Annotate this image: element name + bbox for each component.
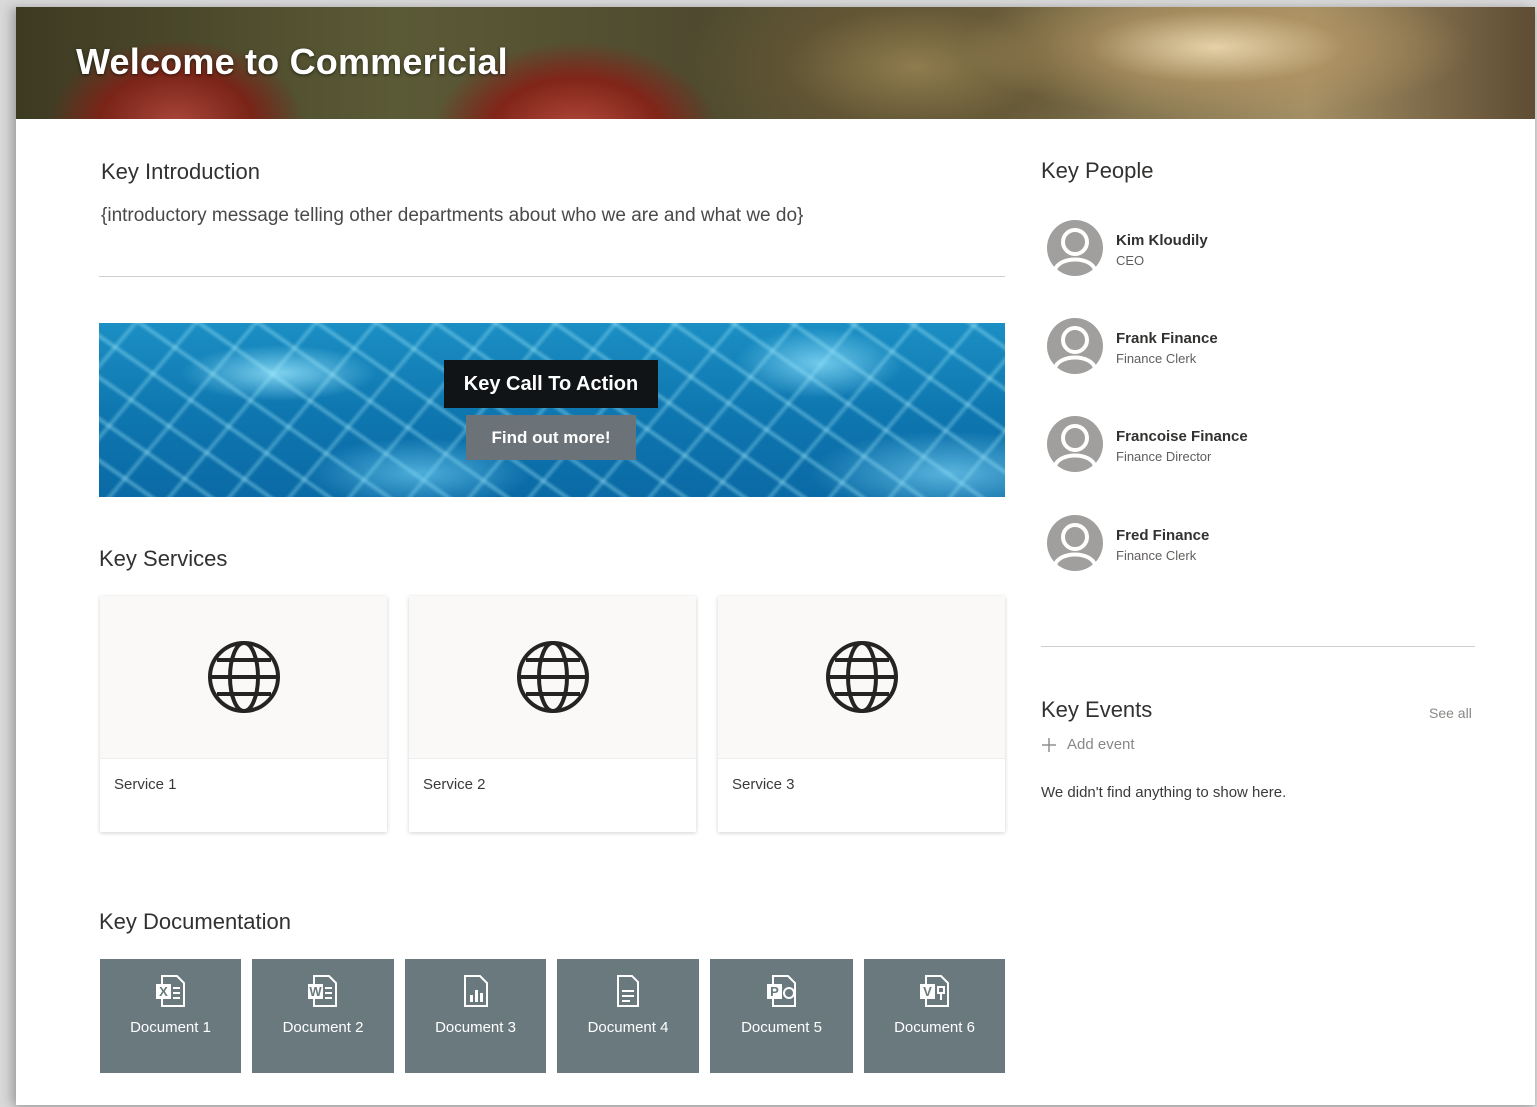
people-heading: Key People — [1041, 158, 1154, 183]
document-tile[interactable]: Document 4 — [557, 959, 699, 1073]
person-card[interactable]: Fred Finance Finance Clerk — [1047, 515, 1447, 575]
services-heading: Key Services — [99, 546, 228, 571]
add-event-button[interactable]: Add event — [1041, 736, 1135, 753]
service-card[interactable]: Service 3 — [718, 596, 1005, 832]
person-name: Francoise Finance — [1116, 428, 1248, 445]
document-label: Document 1 — [130, 1019, 211, 1036]
document-tile[interactable]: W Document 2 — [252, 959, 394, 1073]
plus-icon — [1042, 737, 1056, 752]
avatar — [1047, 220, 1103, 276]
person-title: Finance Director — [1116, 449, 1212, 464]
find-out-more-button[interactable]: Find out more! — [466, 415, 636, 460]
globe-icon — [516, 641, 589, 713]
person-name: Fred Finance — [1116, 527, 1210, 544]
avatar — [1047, 515, 1103, 571]
events-heading: Key Events — [1041, 697, 1153, 722]
document-label: Document 2 — [282, 1019, 364, 1036]
document-tile[interactable]: V Document 6 — [864, 959, 1005, 1073]
page-canvas: Welcome to Commericial Key Introduction … — [16, 7, 1535, 1105]
events-empty-message: We didn't find anything to show here. — [1041, 784, 1287, 801]
add-event-label: Add event — [1067, 736, 1135, 753]
avatar — [1047, 318, 1103, 374]
hero-title: Welcome to Commericial — [76, 41, 508, 82]
excel-file-icon: X — [155, 975, 185, 1007]
person-card[interactable]: Kim Kloudily CEO — [1047, 220, 1447, 280]
svg-text:W: W — [309, 984, 322, 999]
see-all-link[interactable]: See all — [1429, 705, 1472, 721]
call-to-action-banner: Key Call To Action Find out more! — [99, 323, 1005, 497]
document-tile[interactable]: X Document 1 — [100, 959, 241, 1073]
cta-heading: Key Call To Action — [444, 360, 658, 408]
intro-text: {introductory message telling other depa… — [101, 205, 804, 226]
person-name: Frank Finance — [1116, 330, 1218, 347]
globe-icon — [207, 641, 280, 713]
person-card[interactable]: Frank Finance Finance Clerk — [1047, 318, 1447, 378]
svg-text:X: X — [159, 984, 168, 999]
intro-heading: Key Introduction — [101, 159, 260, 184]
document-tile[interactable]: P Document 5 — [710, 959, 853, 1073]
service-card-label: Service 3 — [732, 776, 795, 793]
document-label: Document 4 — [587, 1019, 669, 1036]
text-file-icon — [617, 975, 639, 1007]
chart-file-icon — [463, 975, 488, 1007]
person-title: CEO — [1116, 253, 1145, 268]
visio-file-icon: V — [919, 975, 949, 1007]
powerpoint-file-icon: P — [766, 975, 796, 1007]
person-name: Kim Kloudily — [1116, 232, 1208, 249]
word-file-icon: W — [308, 975, 337, 1007]
svg-text:P: P — [770, 984, 779, 999]
document-label: Document 6 — [894, 1019, 975, 1036]
service-card-image — [409, 596, 696, 759]
person-title: Finance Clerk — [1116, 351, 1197, 366]
service-card[interactable]: Service 2 — [409, 596, 696, 832]
service-card-label: Service 1 — [114, 776, 177, 793]
service-card-image — [718, 596, 1005, 759]
document-label: Document 5 — [741, 1019, 822, 1036]
hero-banner: Welcome to Commericial — [16, 7, 1535, 119]
service-card-image — [100, 596, 387, 759]
globe-icon — [825, 641, 898, 713]
document-tile[interactable]: Document 3 — [405, 959, 546, 1073]
service-card[interactable]: Service 1 — [100, 596, 387, 832]
service-card-label: Service 2 — [423, 776, 486, 793]
intro-divider — [99, 276, 1005, 277]
document-label: Document 3 — [435, 1019, 516, 1036]
people-divider — [1041, 646, 1475, 647]
avatar — [1047, 416, 1103, 472]
svg-text:V: V — [923, 984, 932, 999]
documentation-heading: Key Documentation — [99, 909, 291, 934]
person-title: Finance Clerk — [1116, 548, 1197, 563]
person-card[interactable]: Francoise Finance Finance Director — [1047, 416, 1447, 476]
